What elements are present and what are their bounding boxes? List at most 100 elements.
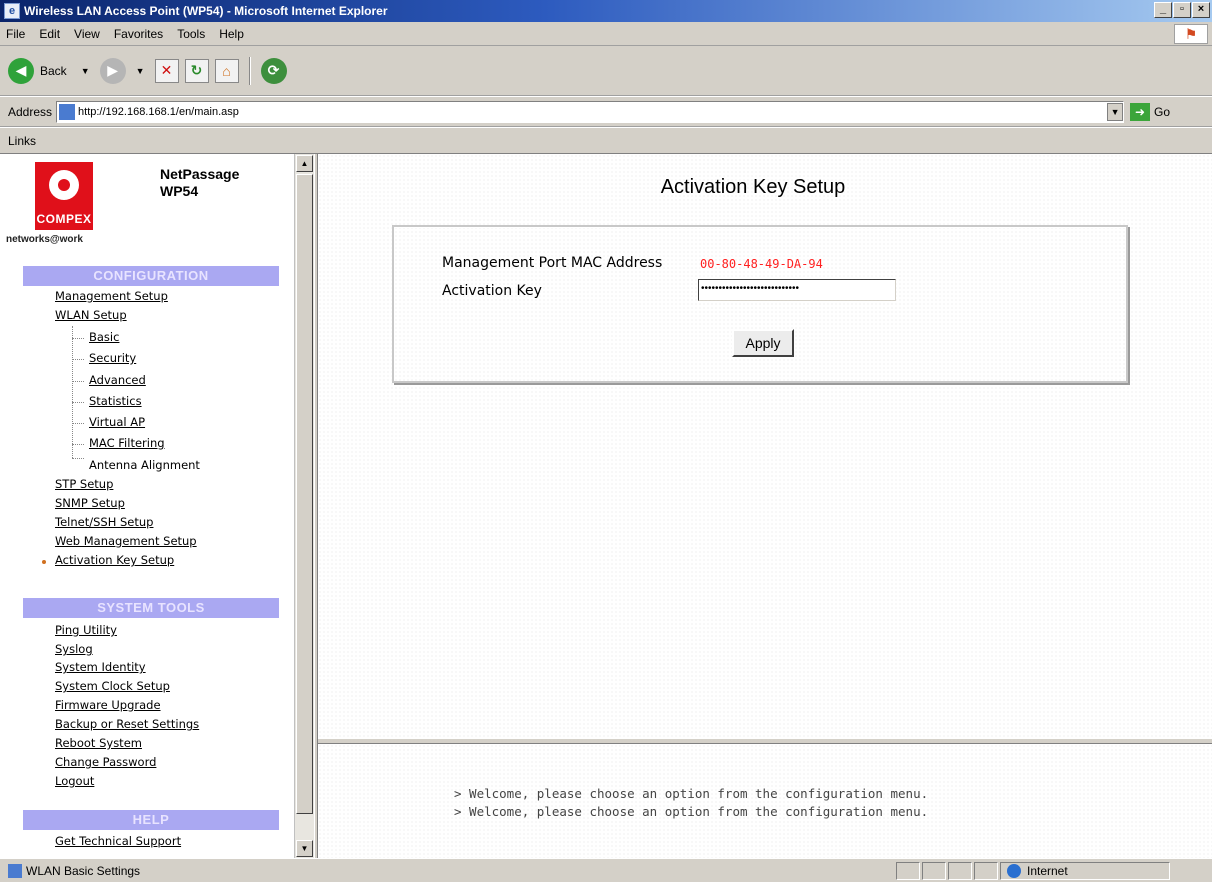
scroll-down-icon[interactable]: ▼ xyxy=(296,840,313,857)
status-cell xyxy=(974,861,998,880)
links-label[interactable]: Links xyxy=(8,134,36,148)
toolbar-separator xyxy=(248,56,251,85)
menu-file[interactable]: File xyxy=(6,27,25,41)
compex-logo: COMPEX xyxy=(35,162,93,230)
product-name: NetPassage WP54 xyxy=(160,166,239,200)
nav-system-identity[interactable]: System Identity xyxy=(55,660,146,674)
window-title: Wireless LAN Access Point (WP54) - Micro… xyxy=(24,4,388,18)
nav-firmware-upgrade[interactable]: Firmware Upgrade xyxy=(55,698,161,712)
forward-dropdown-icon[interactable]: ▼ xyxy=(136,66,145,76)
tagline: networks@work xyxy=(6,234,83,245)
activation-key-label: Activation Key xyxy=(442,283,542,299)
nav-logout[interactable]: Logout xyxy=(55,774,94,788)
menu-view[interactable]: View xyxy=(74,27,100,41)
navigation-scrollbar[interactable]: ▲ ▼ xyxy=(294,154,314,858)
go-arrow-icon[interactable]: ➜ xyxy=(1130,102,1151,121)
nav-get-technical-support[interactable]: Get Technical Support xyxy=(55,834,181,848)
toolbar: ◀ Back ▼ ▶ ▼ ✕ ↻ ⌂ ⟳ xyxy=(0,46,1212,96)
nav-ping-utility[interactable]: Ping Utility xyxy=(55,623,117,637)
tree-branch xyxy=(72,381,84,382)
close-button[interactable]: × xyxy=(1192,2,1210,18)
nav-syslog[interactable]: Syslog xyxy=(55,642,93,656)
scroll-thumb[interactable] xyxy=(296,174,313,814)
configuration-heading: CONFIGURATION xyxy=(23,266,279,286)
nav-stp-setup[interactable]: STP Setup xyxy=(55,477,113,491)
scroll-up-icon[interactable]: ▲ xyxy=(296,155,313,172)
page-icon xyxy=(59,103,76,120)
tree-branch xyxy=(72,338,84,339)
activation-key-input[interactable]: •••••••••••••••••••••••••••• xyxy=(698,279,896,301)
status-text-area: WLAN Basic Settings xyxy=(0,863,896,878)
nav-telnet-ssh-setup[interactable]: Telnet/SSH Setup xyxy=(55,515,153,529)
tree-connector xyxy=(72,326,73,458)
nav-reboot-system[interactable]: Reboot System xyxy=(55,736,142,750)
product-line-1: NetPassage xyxy=(160,166,240,182)
help-heading: HELP xyxy=(23,810,279,830)
mac-address-label: Management Port MAC Address xyxy=(442,255,663,271)
menu-tools[interactable]: Tools xyxy=(177,27,205,41)
current-page-bullet-icon xyxy=(42,560,46,564)
back-button[interactable]: Back xyxy=(40,64,67,78)
nav-advanced[interactable]: Advanced xyxy=(89,373,146,387)
nav-snmp-setup[interactable]: SNMP Setup xyxy=(55,496,125,510)
stop-icon[interactable]: ✕ xyxy=(154,58,179,83)
nav-security[interactable]: Security xyxy=(89,351,136,365)
status-cell xyxy=(896,861,920,880)
tree-branch xyxy=(72,423,84,424)
menu-favorites[interactable]: Favorites xyxy=(114,27,163,41)
tree-branch xyxy=(72,402,84,403)
apply-button[interactable]: Apply xyxy=(732,329,794,357)
content-frame: Activation Key Setup Management Port MAC… xyxy=(318,154,1212,738)
maximize-button[interactable]: ▫ xyxy=(1173,2,1191,18)
activation-key-panel: Management Port MAC Address 00-80-48-49-… xyxy=(392,225,1128,383)
nav-virtual-ap[interactable]: Virtual AP xyxy=(89,415,145,429)
menu-edit[interactable]: Edit xyxy=(39,27,60,41)
mac-address-value: 00-80-48-49-DA-94 xyxy=(700,257,823,271)
navigation-frame: COMPEX networks@work NetPassage WP54 CON… xyxy=(0,154,294,858)
back-dropdown-icon[interactable]: ▼ xyxy=(81,66,90,76)
address-input[interactable]: http://192.168.168.1/en/main.asp ▼ xyxy=(56,100,1125,123)
page-status-icon xyxy=(8,863,22,878)
status-text: WLAN Basic Settings xyxy=(26,863,141,878)
security-zone: Internet xyxy=(1000,861,1170,880)
nav-statistics[interactable]: Statistics xyxy=(89,394,142,408)
status-message: > Welcome, please choose an option from … xyxy=(454,804,929,819)
nav-change-password[interactable]: Change Password xyxy=(55,755,156,769)
nav-system-clock-setup[interactable]: System Clock Setup xyxy=(55,679,170,693)
minimize-button[interactable]: _ xyxy=(1154,2,1172,18)
menu-help[interactable]: Help xyxy=(219,27,244,41)
windows-logo-icon: ⚑ xyxy=(1174,24,1208,44)
nav-basic[interactable]: Basic xyxy=(89,330,119,344)
tree-branch xyxy=(72,444,84,445)
media-icon[interactable]: ⟳ xyxy=(260,57,287,84)
product-line-2: WP54 xyxy=(160,183,199,199)
go-label[interactable]: Go xyxy=(1154,105,1170,119)
nav-mac-filtering[interactable]: MAC Filtering xyxy=(89,436,165,450)
home-icon[interactable]: ⌂ xyxy=(214,58,239,83)
back-icon[interactable]: ◀ xyxy=(8,57,34,84)
window-controls: _ ▫ × xyxy=(1154,2,1210,18)
tree-branch xyxy=(72,359,84,360)
refresh-icon[interactable]: ↻ xyxy=(184,58,209,83)
nav-wlan-setup[interactable]: WLAN Setup xyxy=(55,308,127,322)
menu-bar: File Edit View Favorites Tools Help ⚑ xyxy=(0,22,1212,46)
address-label: Address xyxy=(8,104,53,119)
nav-backup-reset-settings[interactable]: Backup or Reset Settings xyxy=(55,717,199,731)
message-frame: > Welcome, please choose an option from … xyxy=(318,744,1212,858)
globe-icon xyxy=(1007,863,1021,878)
go-button[interactable]: ➜ Go xyxy=(1130,102,1170,121)
status-cell xyxy=(948,861,972,880)
nav-antenna-alignment[interactable]: Antenna Alignment xyxy=(89,458,200,472)
logo-text: COMPEX xyxy=(36,212,92,226)
zone-label: Internet xyxy=(1027,863,1068,878)
nav-web-management-setup[interactable]: Web Management Setup xyxy=(55,534,197,548)
status-message: > Welcome, please choose an option from … xyxy=(454,786,929,801)
logo-flower-icon xyxy=(49,170,79,200)
address-url[interactable]: http://192.168.168.1/en/main.asp xyxy=(78,106,239,118)
forward-icon[interactable]: ▶ xyxy=(99,57,126,84)
nav-management-setup[interactable]: Management Setup xyxy=(55,289,168,303)
nav-activation-key-setup[interactable]: Activation Key Setup xyxy=(55,553,174,567)
ie-icon: e xyxy=(4,3,20,19)
address-dropdown-icon[interactable]: ▼ xyxy=(1107,102,1124,121)
tree-branch xyxy=(72,458,84,459)
